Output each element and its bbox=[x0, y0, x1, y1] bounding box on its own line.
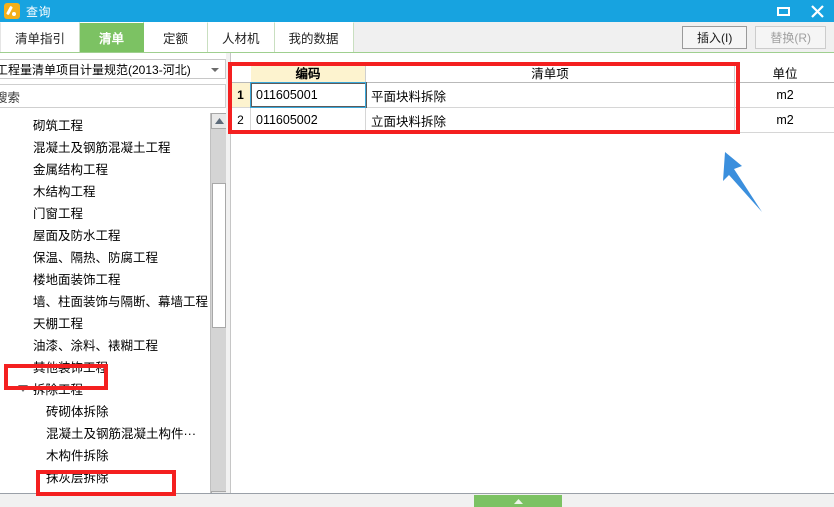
chevron-right-icon[interactable] bbox=[18, 339, 28, 349]
replace-button[interactable]: 替换(R) bbox=[755, 26, 826, 49]
tree-item-label: 抹灰层拆除 bbox=[46, 470, 109, 485]
tree-item-label: 墙、柱面装饰与隔断、幕墙工程 bbox=[33, 294, 209, 309]
tab-label: 清单 bbox=[99, 32, 125, 46]
chevron-right-icon[interactable] bbox=[18, 251, 28, 261]
pencil-icon bbox=[4, 3, 20, 19]
grid-header-unit[interactable]: 单位 bbox=[735, 63, 834, 82]
search-input[interactable]: 搜索 bbox=[0, 84, 226, 108]
row-item-cell[interactable]: 立面块料拆除 bbox=[366, 108, 735, 132]
tree-item-masonry[interactable]: 砌筑工程 bbox=[0, 113, 210, 135]
insert-button[interactable]: 插入(I) bbox=[682, 26, 748, 49]
tab-label: 清单指引 bbox=[15, 32, 66, 46]
triangle-up-icon[interactable] bbox=[211, 113, 227, 129]
tree-item-label: 金属结构工程 bbox=[33, 162, 109, 177]
chevron-right-icon[interactable] bbox=[18, 317, 28, 327]
window-controls bbox=[766, 0, 834, 22]
tree-item-concrete-demolition[interactable]: 混凝土及钢筋混凝土构件··· bbox=[0, 421, 210, 443]
chevron-right-icon[interactable] bbox=[18, 273, 28, 283]
tree-item-label: 混凝土及钢筋混凝土构件··· bbox=[46, 426, 196, 441]
tree-item-label: 木构件拆除 bbox=[46, 448, 109, 463]
table-row[interactable]: 1 011605001 平面块料拆除 m2 bbox=[231, 82, 834, 108]
tree-item-brick-demolition[interactable]: 砖砌体拆除 bbox=[0, 399, 210, 421]
tree-item-label: 天棚工程 bbox=[33, 316, 84, 331]
tree-item-ceiling[interactable]: 天棚工程 bbox=[0, 311, 210, 333]
tree-item-label: 门窗工程 bbox=[33, 206, 84, 221]
tree-scrollbar-thumb[interactable] bbox=[212, 183, 226, 328]
results-grid: 编码 清单项 单位 1 011605001 平面块料拆除 m2 2 011605… bbox=[231, 62, 834, 133]
grid-header-row: 编码 清单项 单位 bbox=[231, 62, 834, 83]
tree-item-concrete[interactable]: 混凝土及钢筋混凝土工程 bbox=[0, 135, 210, 157]
restore-icon[interactable] bbox=[766, 0, 800, 22]
tab-dinge[interactable]: 定额 bbox=[144, 22, 209, 52]
tree-item-label: 混凝土及钢筋混凝土工程 bbox=[33, 140, 171, 155]
tab-label: 定额 bbox=[163, 32, 189, 46]
tree-scrollbar[interactable] bbox=[210, 113, 227, 507]
standard-select-value: 工程量清单项目计量规范(2013-河北) bbox=[0, 62, 191, 77]
chevron-down-icon[interactable] bbox=[18, 383, 28, 393]
collapse-panel-button[interactable] bbox=[474, 495, 562, 507]
tree-item-label: 其他装饰工程 bbox=[33, 360, 109, 375]
results-panel: 编码 清单项 单位 1 011605001 平面块料拆除 m2 2 011605… bbox=[230, 53, 834, 507]
tree-item-label: 砖砌体拆除 bbox=[46, 404, 109, 419]
category-tree: 砌筑工程 混凝土及钢筋混凝土工程 金属结构工程 木结构工程 门窗工程 屋面及防水… bbox=[0, 113, 210, 507]
tree-item-insulation[interactable]: 保温、隔热、防腐工程 bbox=[0, 245, 210, 267]
bottom-bar bbox=[0, 493, 834, 507]
row-index: 1 bbox=[231, 83, 251, 107]
chevron-right-icon[interactable] bbox=[18, 185, 28, 195]
chevron-right-icon[interactable] bbox=[18, 207, 28, 217]
left-panel: 工程量清单项目计量规范(2013-河北) 搜索 砌筑工程 混凝土及钢筋混凝土工程… bbox=[0, 53, 227, 507]
tree-item-label: 楼地面装饰工程 bbox=[33, 272, 121, 287]
chevron-right-icon[interactable] bbox=[18, 163, 28, 173]
chevron-right-icon[interactable] bbox=[18, 141, 28, 151]
tab-wodeshuju[interactable]: 我的数据 bbox=[274, 22, 354, 52]
grid-header-code[interactable]: 编码 bbox=[251, 62, 366, 83]
tree-item-label: 砌筑工程 bbox=[33, 118, 84, 133]
window-title: 查询 bbox=[26, 4, 52, 19]
row-code-cell[interactable]: 011605001 bbox=[250, 82, 367, 108]
tree-item-label: 拆除工程 bbox=[33, 382, 84, 397]
tab-rencaiji[interactable]: 人材机 bbox=[208, 22, 275, 52]
tree-item-label: 木结构工程 bbox=[33, 184, 96, 199]
tree-item-label: 油漆、涂料、裱糊工程 bbox=[33, 338, 159, 353]
tree-item-floor-decoration[interactable]: 楼地面装饰工程 bbox=[0, 267, 210, 289]
tree-item-paint-coating[interactable]: 油漆、涂料、裱糊工程 bbox=[0, 333, 210, 355]
tree-item-wood-structure[interactable]: 木结构工程 bbox=[0, 179, 210, 201]
row-item-cell[interactable]: 平面块料拆除 bbox=[366, 83, 735, 107]
toolbar-buttons: 插入(I) 替换(R) bbox=[682, 26, 826, 49]
tree-item-label: 屋面及防水工程 bbox=[33, 228, 121, 243]
chevron-up-icon bbox=[513, 498, 523, 504]
tree-item-wood-demolition[interactable]: 木构件拆除 bbox=[0, 443, 210, 465]
row-unit-cell[interactable]: m2 bbox=[735, 108, 834, 132]
row-unit-cell[interactable]: m2 bbox=[735, 83, 834, 107]
chevron-right-icon[interactable] bbox=[18, 119, 28, 129]
row-index: 2 bbox=[231, 108, 251, 132]
standard-select[interactable]: 工程量清单项目计量规范(2013-河北) bbox=[0, 59, 226, 79]
table-row[interactable]: 2 011605002 立面块料拆除 m2 bbox=[231, 108, 834, 133]
title-bar: 查询 bbox=[0, 0, 834, 22]
tab-qingdanzhiyin[interactable]: 清单指引 bbox=[0, 22, 81, 52]
query-window: 查询 清单指引 清单 定额 人材机 我的数据 插入(I) 替换(R) 工程量清单… bbox=[0, 0, 834, 507]
tab-qingdan[interactable]: 清单 bbox=[80, 22, 145, 52]
chevron-right-icon[interactable] bbox=[18, 361, 28, 371]
tree-item-metal-structure[interactable]: 金属结构工程 bbox=[0, 157, 210, 179]
grid-header-item[interactable]: 清单项 bbox=[366, 63, 735, 82]
replace-button-label: 替换(R) bbox=[770, 31, 811, 45]
insert-button-label: 插入(I) bbox=[697, 31, 733, 45]
search-input-value: 搜索 bbox=[0, 90, 21, 105]
tab-label: 我的数据 bbox=[288, 32, 339, 46]
tree-item-other-decoration[interactable]: 其他装饰工程 bbox=[0, 355, 210, 377]
tab-label: 人材机 bbox=[222, 32, 260, 46]
chevron-right-icon[interactable] bbox=[18, 295, 28, 305]
close-icon[interactable] bbox=[800, 0, 834, 22]
chevron-right-icon[interactable] bbox=[18, 229, 28, 239]
tree-item-demolition[interactable]: 拆除工程 bbox=[0, 377, 210, 399]
row-code-cell[interactable]: 011605002 bbox=[251, 108, 366, 132]
tree-item-label: 保温、隔热、防腐工程 bbox=[33, 250, 159, 265]
tree-item-doors-windows[interactable]: 门窗工程 bbox=[0, 201, 210, 223]
chevron-down-icon[interactable] bbox=[211, 68, 219, 72]
tree-item-roof-waterproof[interactable]: 屋面及防水工程 bbox=[0, 223, 210, 245]
tree-item-plaster-demolition[interactable]: 抹灰层拆除 bbox=[0, 465, 210, 487]
tree-item-wall-column-decoration[interactable]: 墙、柱面装饰与隔断、幕墙工程 bbox=[0, 289, 210, 311]
